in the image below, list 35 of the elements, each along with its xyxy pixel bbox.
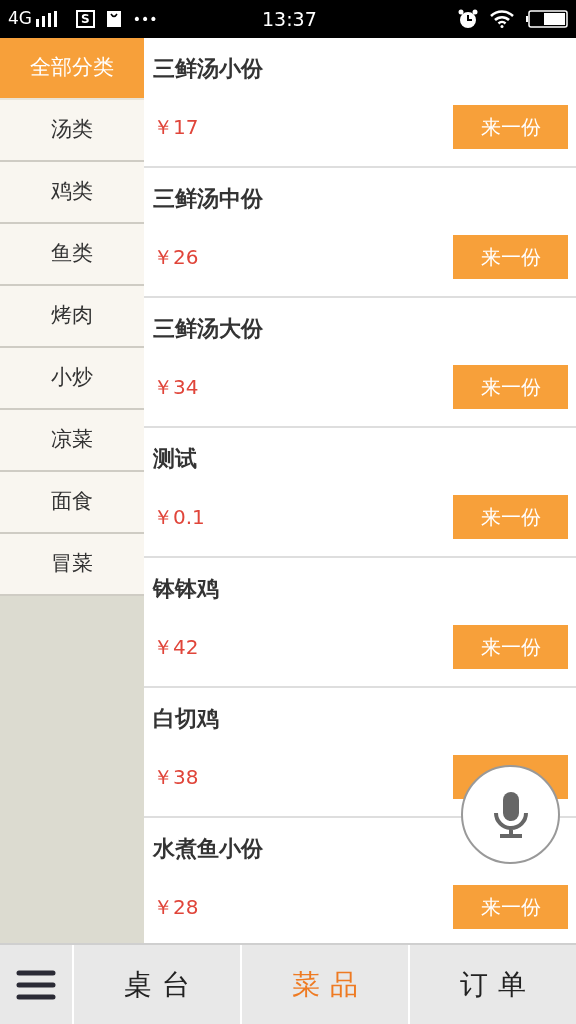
dish-name: 三鲜汤中份 [153, 185, 263, 213]
dish-price: ￥42 [153, 634, 199, 661]
category-tab[interactable]: 鱼类 [0, 224, 144, 286]
category-tab[interactable]: 小炒 [0, 348, 144, 410]
category-tab[interactable]: 鸡类 [0, 162, 144, 224]
microphone-icon [493, 791, 528, 838]
dish-price: ￥26 [153, 244, 199, 271]
category-tab[interactable]: 面食 [0, 472, 144, 534]
dish-name: 三鲜汤小份 [153, 55, 263, 83]
more-indicator: ••• [132, 9, 158, 29]
dish-price: ￥0.1 [153, 504, 205, 531]
dish-name: 白切鸡 [153, 705, 219, 733]
network-label: 4G [8, 7, 32, 31]
battery-icon [526, 10, 568, 28]
clock-time: 13:37 [262, 6, 317, 32]
signal-icon [36, 11, 60, 27]
dish-name: 三鲜汤大份 [153, 315, 263, 343]
bag-icon [106, 11, 121, 27]
category-tab[interactable]: 冒菜 [0, 534, 144, 596]
category-tab[interactable]: 烤肉 [0, 286, 144, 348]
dish-price: ￥38 [153, 764, 199, 791]
menu-icon [16, 969, 56, 1000]
dish-price: ￥34 [153, 374, 199, 401]
dish-name: 钵钵鸡 [153, 575, 219, 603]
dish-name: 测试 [153, 445, 197, 473]
dish-price: ￥17 [153, 114, 199, 141]
category-tab[interactable]: 凉菜 [0, 410, 144, 472]
category-tab[interactable]: 汤类 [0, 100, 144, 162]
dish-name: 水煮鱼小份 [153, 835, 263, 863]
notification-icon: S [76, 10, 95, 28]
nav-tab[interactable]: 订单 [410, 945, 576, 1024]
nav-tab[interactable]: 桌台 [74, 945, 242, 1024]
wifi-icon [490, 10, 514, 28]
alarm-icon [458, 9, 478, 29]
dish-price: ￥28 [153, 894, 199, 921]
